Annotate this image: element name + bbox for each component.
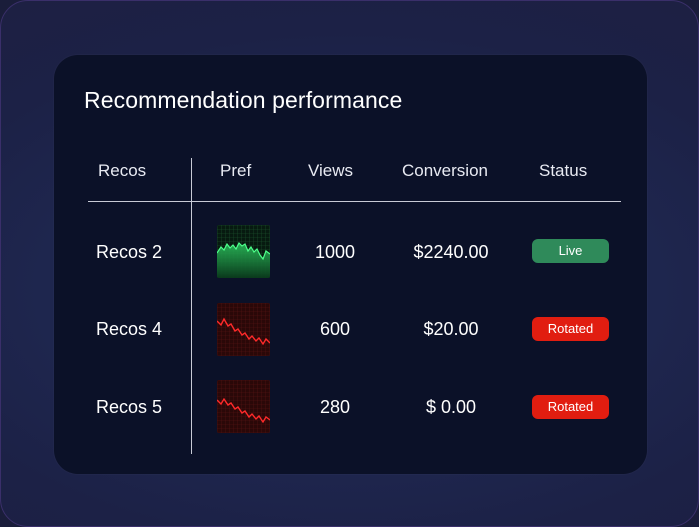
status-badge-rotated: Rotated (532, 317, 609, 341)
recommendation-performance-card: Recommendation performance Recos Pref Vi… (54, 55, 647, 474)
column-header-pref: Pref (220, 161, 252, 180)
table-row-1-views: 1000 (314, 242, 356, 262)
header-divider (88, 201, 621, 202)
status-badge-live: Live (532, 239, 609, 263)
column-divider (191, 158, 192, 454)
table-row-1-recos: Recos 2 (96, 242, 163, 262)
sparkline-up-icon (217, 225, 270, 278)
column-header-views: Views (308, 161, 354, 180)
column-header-conversion: Conversion (402, 161, 488, 180)
table-row-3-recos: Recos 5 (96, 397, 163, 417)
table-row-2-views: 600 (319, 319, 351, 339)
column-header-status: Status (539, 161, 588, 180)
sparkline-down-icon (217, 380, 270, 433)
sparkline-down-icon (217, 303, 270, 356)
table-row-3-views: 280 (319, 397, 351, 417)
status-badge-rotated: Rotated (532, 395, 609, 419)
column-header-recos: Recos (98, 161, 147, 180)
background-frame: Recommendation performance Recos Pref Vi… (0, 0, 699, 527)
table-row-2-recos: Recos 4 (96, 319, 163, 339)
table-row-3-conversion: $ 0.00 (425, 397, 477, 417)
card-title: Recommendation performance (84, 87, 403, 113)
table-row-1-conversion: $2240.00 (413, 242, 489, 262)
table-row-2-conversion: $20.00 (423, 319, 479, 339)
